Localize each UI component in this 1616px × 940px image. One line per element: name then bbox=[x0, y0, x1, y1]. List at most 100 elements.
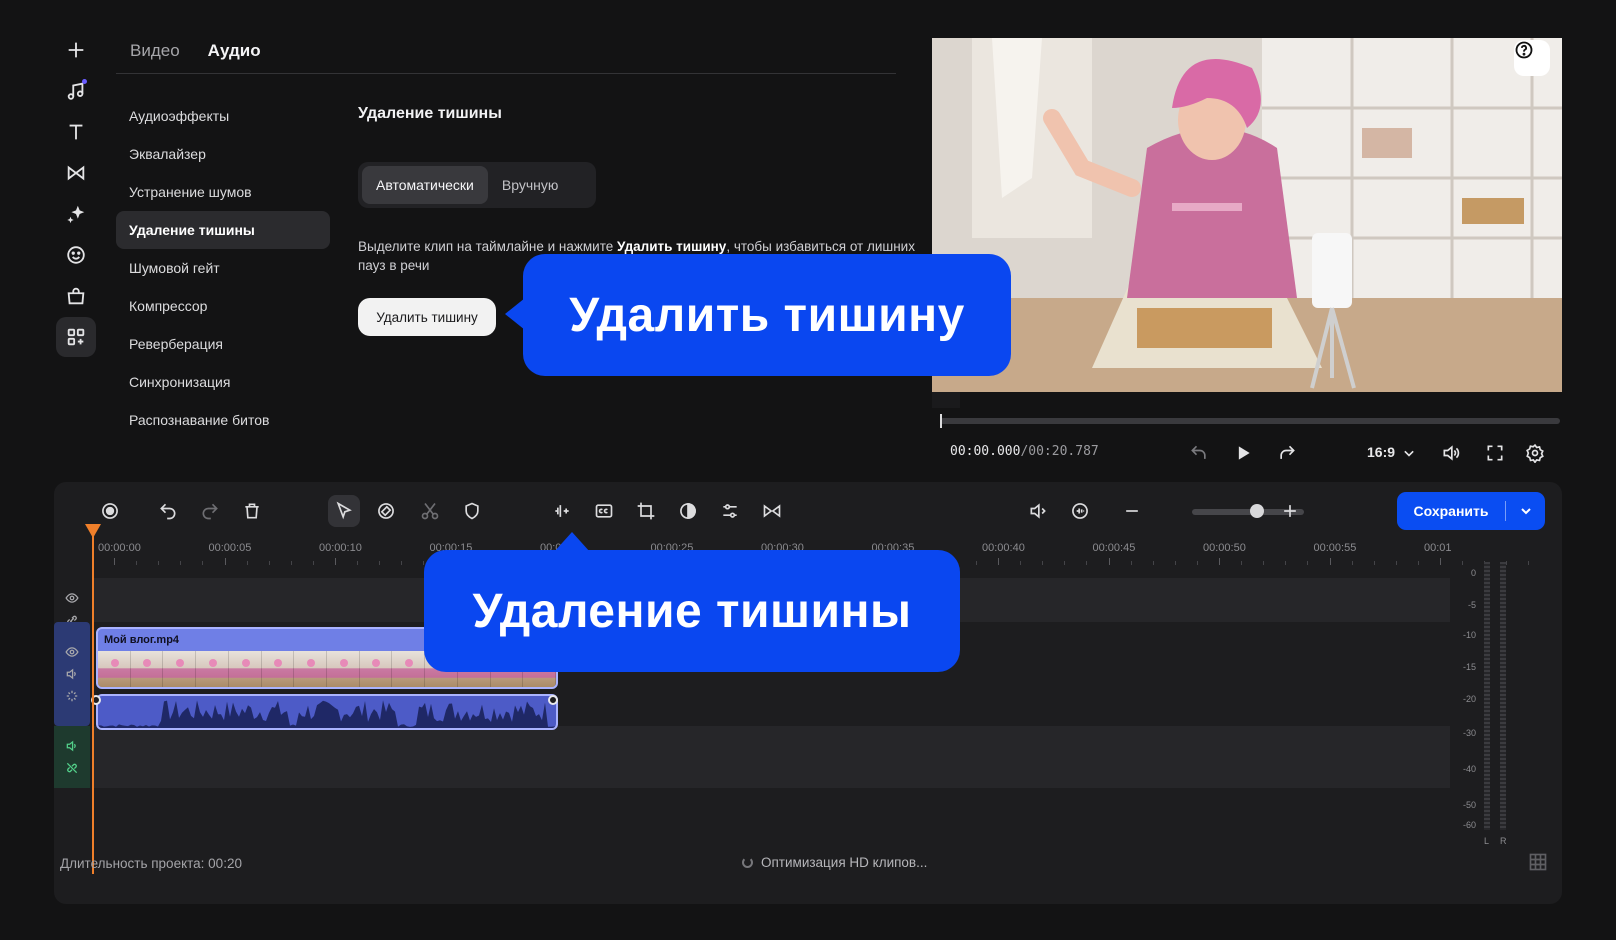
adjust-button[interactable] bbox=[714, 495, 746, 527]
save-options-button[interactable] bbox=[1506, 503, 1545, 519]
text-button[interactable] bbox=[56, 112, 96, 152]
record-button[interactable] bbox=[94, 495, 126, 527]
redo-preview-button[interactable] bbox=[1274, 440, 1300, 466]
undo-button[interactable] bbox=[152, 495, 184, 527]
meter-scale-label: -5 bbox=[1467, 600, 1476, 610]
speaker-split-icon bbox=[1030, 503, 1046, 519]
audio-track-header bbox=[54, 726, 90, 788]
audio-clip[interactable] bbox=[96, 694, 558, 730]
audio-effect-list: Аудиоэффекты Эквалайзер Устранение шумов… bbox=[116, 97, 330, 439]
redo-arrow-icon bbox=[1280, 445, 1295, 459]
total-time: /00:20.787 bbox=[1020, 444, 1099, 459]
captions-button[interactable] bbox=[588, 495, 620, 527]
effect-item-sync[interactable]: Синхронизация bbox=[116, 363, 330, 401]
ruler-tick bbox=[1329, 558, 1331, 565]
aspect-ratio-select[interactable]: 16:9 bbox=[1367, 444, 1395, 460]
cc-icon bbox=[595, 504, 613, 518]
transition-button[interactable] bbox=[756, 495, 788, 527]
color-button[interactable] bbox=[672, 495, 704, 527]
stickers-button[interactable] bbox=[56, 235, 96, 275]
crop-button[interactable] bbox=[630, 495, 662, 527]
marker-button[interactable] bbox=[456, 495, 488, 527]
add-media-button[interactable] bbox=[56, 30, 96, 70]
spinner-icon bbox=[742, 857, 753, 868]
tab-audio[interactable]: Аудио bbox=[208, 41, 261, 61]
effect-item-silence-removal[interactable]: Удаление тишины bbox=[116, 211, 330, 249]
preview-settings-button[interactable] bbox=[1522, 440, 1548, 466]
blade-tool-button[interactable] bbox=[370, 495, 402, 527]
fullscreen-button[interactable] bbox=[1482, 440, 1508, 466]
zoom-out-button[interactable] bbox=[1116, 495, 1148, 527]
sliders-icon bbox=[723, 504, 737, 518]
undo-preview-button[interactable] bbox=[1186, 440, 1212, 466]
zoom-in-button[interactable] bbox=[1274, 495, 1306, 527]
chevron-down-icon bbox=[1520, 508, 1531, 515]
play-button[interactable] bbox=[1230, 440, 1256, 466]
chevron-down-icon bbox=[1404, 450, 1414, 457]
record-icon bbox=[102, 503, 118, 519]
remove-silence-button[interactable]: Удалить тишину bbox=[358, 298, 496, 336]
effect-item-reverb[interactable]: Реверберация bbox=[116, 325, 330, 363]
ruler-minor-tick bbox=[1174, 561, 1176, 565]
voice-icon bbox=[1072, 503, 1088, 519]
music-button[interactable] bbox=[56, 71, 96, 111]
ruler-label: 00:00:55 bbox=[1313, 542, 1357, 554]
ruler-tick bbox=[335, 558, 336, 565]
sticker-icon bbox=[67, 246, 85, 264]
redo-button[interactable] bbox=[194, 495, 226, 527]
effect-item-beat-detection[interactable]: Распознавание битов bbox=[116, 401, 330, 439]
audio-split-button[interactable] bbox=[1022, 495, 1054, 527]
sparkle-icon[interactable] bbox=[65, 689, 79, 703]
mode-auto-button[interactable]: Автоматически bbox=[362, 166, 488, 204]
effect-item-noise-removal[interactable]: Устранение шумов bbox=[116, 173, 330, 211]
tab-video[interactable]: Видео bbox=[130, 41, 180, 61]
speaker-icon[interactable] bbox=[65, 667, 79, 681]
effect-item-audio-effects[interactable]: Аудиоэффекты bbox=[116, 97, 330, 135]
playhead[interactable] bbox=[92, 534, 94, 874]
preview-scrub-bar[interactable] bbox=[940, 418, 1560, 424]
eye-icon[interactable] bbox=[65, 645, 79, 659]
aspect-chevron[interactable] bbox=[1396, 440, 1422, 466]
select-tool-button[interactable] bbox=[328, 495, 360, 527]
eye-icon[interactable] bbox=[65, 591, 79, 605]
apps-button[interactable] bbox=[56, 317, 96, 357]
effects-button[interactable] bbox=[56, 194, 96, 234]
ruler-minor-tick bbox=[1373, 561, 1375, 565]
audio-track-lane[interactable] bbox=[92, 726, 1450, 788]
effect-item-compressor[interactable]: Компрессор bbox=[116, 287, 330, 325]
voice-button[interactable] bbox=[1064, 495, 1096, 527]
gear-icon bbox=[1526, 443, 1544, 463]
ruler-minor-tick bbox=[246, 561, 248, 565]
effect-item-noise-gate[interactable]: Шумовой гейт bbox=[116, 249, 330, 287]
current-time: 00:00.000 bbox=[950, 444, 1021, 459]
clip-trim-handle-right[interactable] bbox=[548, 695, 558, 705]
grid-icon[interactable] bbox=[1528, 852, 1548, 877]
optimization-status: Оптимизация HD клипов... bbox=[742, 855, 927, 870]
ruler-minor-tick bbox=[1042, 561, 1044, 565]
link-off-icon[interactable] bbox=[65, 761, 79, 775]
speaker-icon[interactable] bbox=[65, 739, 79, 753]
cut-button[interactable] bbox=[414, 495, 446, 527]
meter-scale-label: -15 bbox=[1462, 662, 1476, 672]
help-button[interactable] bbox=[1514, 40, 1550, 76]
timeline-panel: Сохранить 00:00:00 00:00:05 00:00:10 00:00:… bbox=[54, 482, 1562, 904]
save-button[interactable]: Сохранить bbox=[1397, 492, 1545, 530]
timeline-toolbar: Сохранить bbox=[54, 482, 1562, 540]
scrub-handle[interactable] bbox=[940, 414, 942, 428]
audio-track bbox=[54, 726, 1450, 788]
ruler-minor-tick bbox=[1020, 561, 1022, 565]
video-preview[interactable] bbox=[932, 38, 1562, 392]
effect-item-equalizer[interactable]: Эквалайзер bbox=[116, 135, 330, 173]
silence-removal-tool-button[interactable] bbox=[546, 495, 578, 527]
volume-button[interactable] bbox=[1438, 440, 1464, 466]
delete-button[interactable] bbox=[236, 495, 268, 527]
zoom-slider-thumb[interactable] bbox=[1250, 504, 1264, 518]
panel-title: Удаление тишины bbox=[358, 105, 502, 122]
meter-scale-label: 0 bbox=[1470, 568, 1476, 578]
ruler-label: 00:00:50 bbox=[1203, 542, 1246, 554]
meter-scale-label: -20 bbox=[1462, 694, 1476, 704]
store-button[interactable] bbox=[56, 276, 96, 316]
left-tool-rail bbox=[56, 30, 100, 358]
mode-manual-button[interactable]: Вручную bbox=[488, 166, 573, 204]
transitions-button[interactable] bbox=[56, 153, 96, 193]
